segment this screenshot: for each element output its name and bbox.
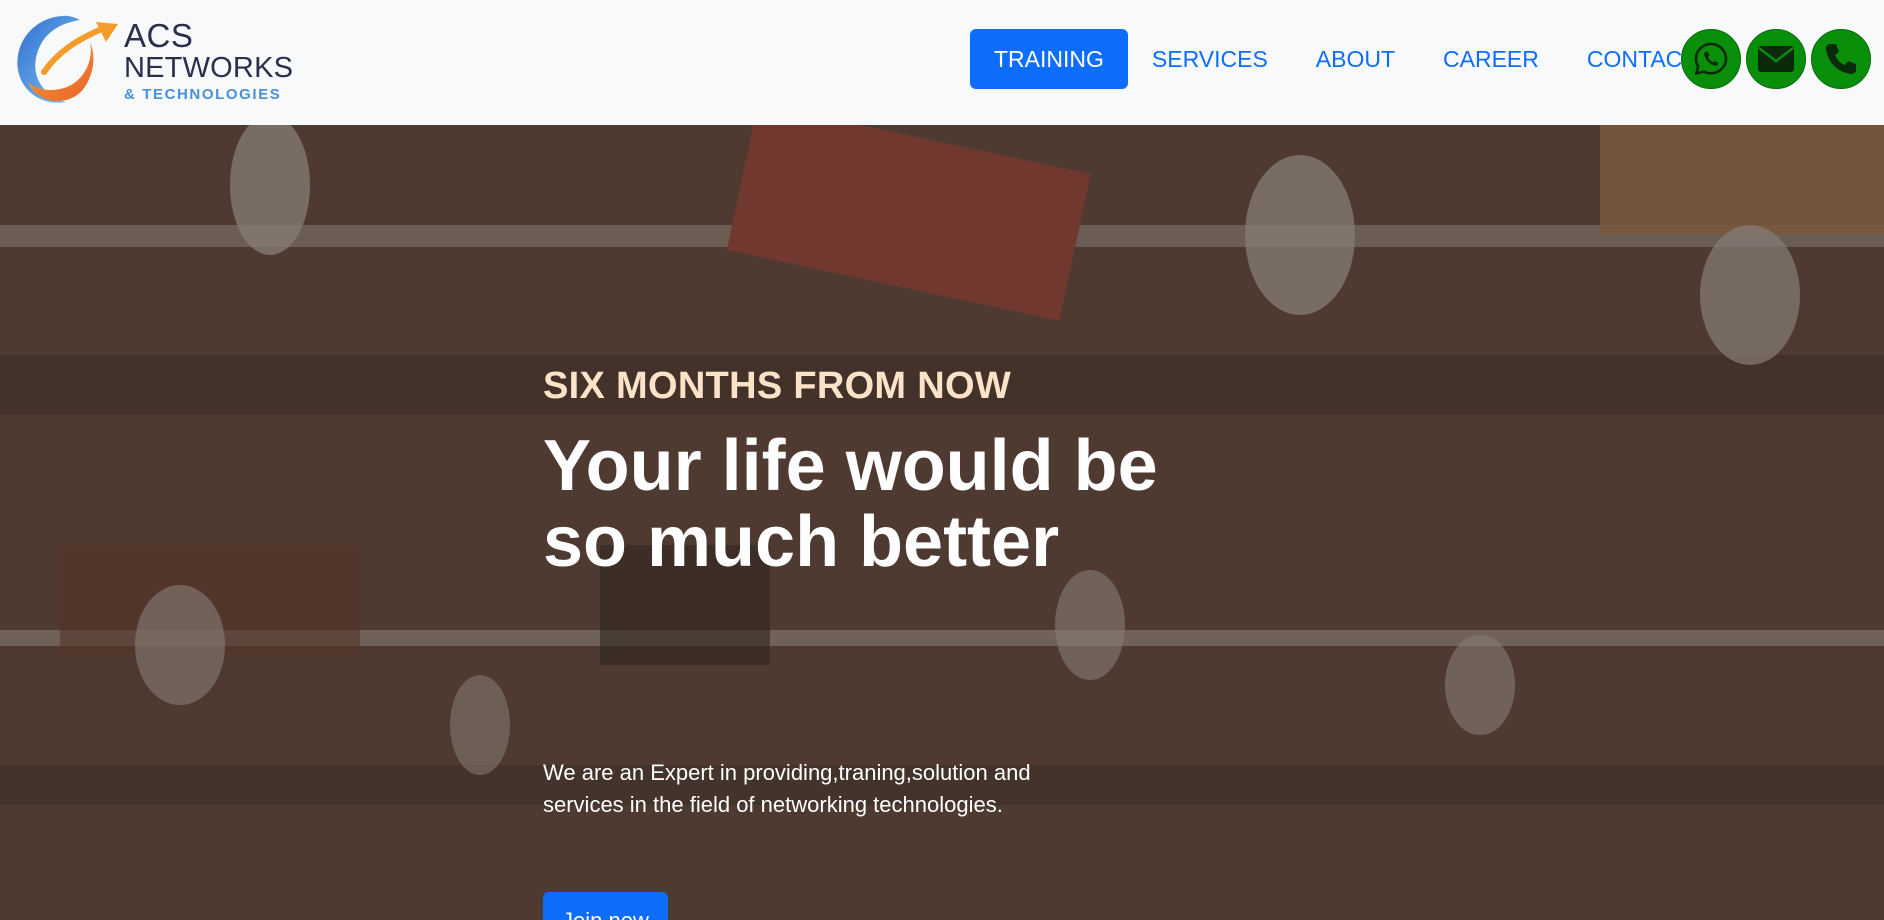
hero-title-line2: so much better (543, 502, 1060, 582)
phone-icon (1826, 44, 1856, 74)
brand-name-acs: ACS (124, 16, 194, 54)
phone-button[interactable] (1811, 29, 1871, 89)
brand-name-networks: NETWORKS (124, 51, 294, 84)
hero-title-line1: Your life would be (543, 426, 1158, 506)
nav-career[interactable]: CAREER (1419, 29, 1563, 89)
whatsapp-icon (1694, 42, 1728, 76)
hero-title: Your life would be so much better (543, 428, 1243, 580)
main-nav: TRAINING SERVICES ABOUT CAREER CONTACT (970, 29, 1720, 89)
brand-logo[interactable]: ACS NETWORKS & TECHNOLOGIES (14, 10, 304, 110)
whatsapp-button[interactable] (1681, 29, 1741, 89)
hero-description: We are an Expert in providing,traning,so… (543, 760, 1031, 817)
hero-eyebrow: SIX MONTHS FROM NOW (543, 365, 1012, 407)
nav-services[interactable]: SERVICES (1128, 29, 1292, 89)
join-now-button[interactable]: Join now (543, 892, 668, 920)
brand-tagline: & TECHNOLOGIES (124, 85, 282, 103)
top-navbar: ACS NETWORKS & TECHNOLOGIES TRAINING SER… (0, 0, 1884, 125)
contact-icons (1681, 29, 1871, 89)
hero-section: SIX MONTHS FROM NOW Your life would be s… (0, 125, 1884, 920)
nav-about[interactable]: ABOUT (1292, 29, 1419, 89)
nav-training[interactable]: TRAINING (970, 29, 1128, 89)
email-icon (1758, 46, 1794, 72)
logo-swoosh-icon (17, 15, 118, 103)
email-button[interactable] (1746, 29, 1806, 89)
